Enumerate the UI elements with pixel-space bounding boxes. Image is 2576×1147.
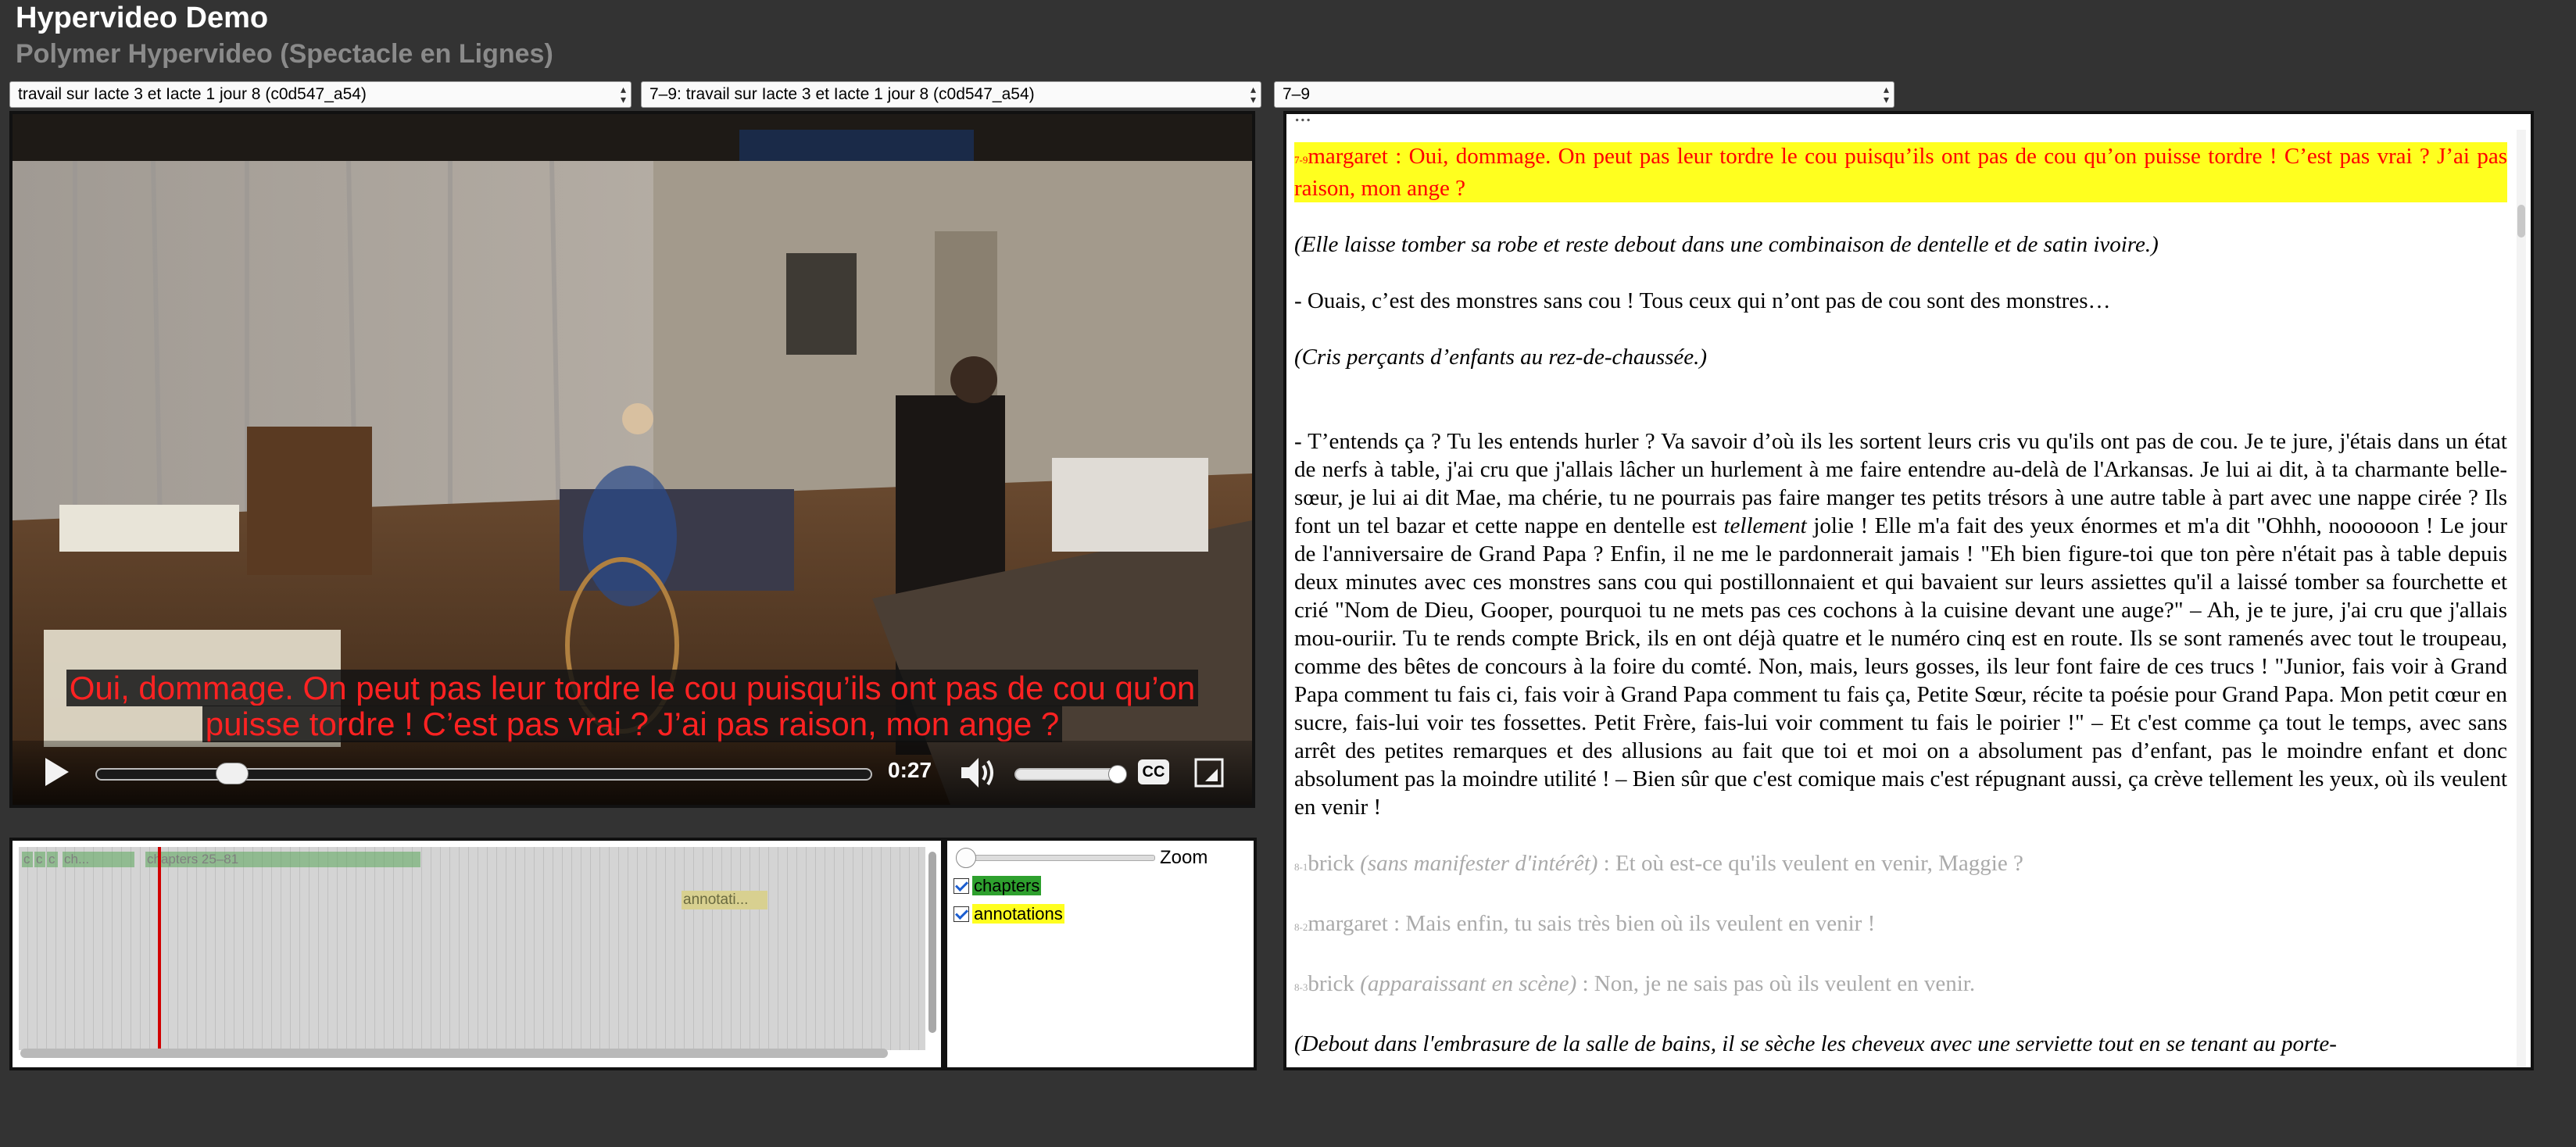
timeline-panel: c c c ch... chapters 25–81 annotati... — [9, 838, 944, 1070]
transcript-line-upcoming[interactable]: 8-1brick (sans manifester d'intérêt) : E… — [1294, 849, 2507, 881]
stage-direction: (Debout dans l'embrasure de la salle de … — [1294, 1031, 2337, 1056]
timeline-annotation[interactable]: annotati... — [682, 891, 767, 909]
subtitle-line-2: puisse tordre ! C’est pas vrai ? J’ai pa… — [202, 706, 1063, 742]
volume-icon[interactable] — [958, 755, 997, 791]
timeline-horizontal-scrollbar[interactable] — [20, 1049, 888, 1058]
transcript-content: ... 7-9margaret : Oui, dommage. On peut … — [1294, 111, 2507, 1067]
app-subtitle: Polymer Hypervideo (Spectacle en Lignes) — [16, 39, 553, 69]
scene-select-value: 7–9 — [1283, 85, 1311, 103]
layer-toggle-chapters[interactable]: chapters — [953, 875, 1042, 897]
app-title: Hypervideo Demo — [16, 2, 269, 34]
layer-control-panel: Zoom chapters annotations — [944, 838, 1257, 1070]
line-number: 8-1 — [1294, 861, 1308, 873]
timeline-chapter[interactable]: c — [34, 852, 45, 867]
transcript-line[interactable]: - Ouais, c’est des monstres sans cou ! T… — [1294, 287, 2507, 315]
select-arrows-icon: ▴ ▾ — [1883, 83, 1889, 105]
annotations-checkbox[interactable] — [953, 906, 969, 923]
chapter-select-value: 7–9: travail sur Iacte 3 et Iacte 1 jour… — [649, 85, 1035, 103]
volume-slider[interactable] — [1014, 765, 1127, 784]
zoom-label: Zoom — [1160, 847, 1208, 868]
stage-direction: (sans manifester d'intérêt) — [1360, 851, 1598, 876]
transcript-paragraph[interactable]: - T’entends ça ? Tu les entends hurler ?… — [1294, 427, 2507, 821]
video-player[interactable]: Oui, dommage. On peut pas leur tordre le… — [9, 111, 1255, 808]
timeline-vertical-scrollbar[interactable] — [928, 852, 936, 1033]
progress-bar[interactable] — [95, 763, 872, 784]
speaker-name: brick — [1308, 851, 1354, 876]
fullscreen-icon[interactable] — [1194, 758, 1224, 788]
stage-direction: (Cris perçants d’enfants au rez-de-chaus… — [1294, 345, 1708, 370]
line-text: margaret : Oui, dommage. On peut pas leu… — [1294, 144, 2507, 201]
annotations-label: annotations — [972, 904, 1064, 924]
transcript-scrollbar[interactable] — [2517, 130, 2526, 1067]
line-number: 8-3 — [1294, 981, 1308, 993]
line-text: : Et où est-ce qu'ils veulent en venir, … — [1603, 851, 2023, 876]
timeline-chapter[interactable]: c — [47, 852, 58, 867]
chapters-checkbox[interactable] — [953, 878, 969, 895]
paragraph-text: jolie ! Elle m'a fait des yeux énormes e… — [1294, 513, 2508, 820]
zoom-thumb[interactable] — [956, 848, 976, 868]
current-time: 0:27 — [888, 758, 932, 782]
zoom-slider[interactable] — [956, 848, 1155, 868]
transcript-cut-line: ... — [1294, 111, 1311, 127]
chapters-label: chapters — [972, 876, 1042, 896]
transcript-panel[interactable]: ... 7-9margaret : Oui, dommage. On peut … — [1283, 111, 2534, 1070]
timeline-chapter[interactable]: chapters 25–81 — [145, 852, 420, 867]
chapter-select[interactable]: 7–9: travail sur Iacte 3 et Iacte 1 jour… — [641, 81, 1261, 108]
closed-captions-icon[interactable]: CC — [1138, 759, 1169, 784]
line-text: margaret : Mais enfin, tu sais très bien… — [1308, 911, 1876, 936]
transcript-line-upcoming[interactable]: 8-2margaret : Mais enfin, tu sais très b… — [1294, 909, 2507, 942]
volume-thumb[interactable] — [1108, 765, 1127, 784]
layer-toggle-annotations[interactable]: annotations — [953, 903, 1064, 925]
transcript-line-upcoming[interactable]: 8-3brick (apparaissant en scène) : Non, … — [1294, 970, 2507, 1002]
timeline-playhead[interactable] — [158, 847, 161, 1050]
scene-select[interactable]: 7–9 ▴ ▾ — [1274, 81, 1894, 108]
transcript-line-current[interactable]: 7-9margaret : Oui, dommage. On peut pas … — [1294, 142, 2507, 202]
video-select-value: travail sur Iacte 3 et Iacte 1 jour 8 (c… — [18, 85, 367, 103]
timeline-track-area[interactable]: c c c ch... chapters 25–81 annotati... — [19, 847, 925, 1050]
paragraph-emphasis: tellement — [1723, 513, 1807, 538]
subtitle-line-1: Oui, dommage. On peut pas leur tordre le… — [66, 670, 1199, 706]
stage-direction: (apparaissant en scène) — [1360, 971, 1577, 996]
select-arrows-icon: ▴ ▾ — [620, 83, 626, 105]
video-controls: 0:27 CC — [13, 741, 1252, 805]
line-text: : Non, je ne sais pas où ils veulent en … — [1582, 971, 1976, 996]
play-icon[interactable] — [41, 756, 72, 788]
line-number: 8-2 — [1294, 921, 1308, 933]
transcript-scroll-thumb[interactable] — [2517, 205, 2525, 238]
timeline-chapter[interactable]: c — [22, 852, 33, 867]
video-select[interactable]: travail sur Iacte 3 et Iacte 1 jour 8 (c… — [9, 81, 631, 108]
line-number: 7-9 — [1294, 154, 1308, 166]
video-subtitle: Oui, dommage. On peut pas leur tordre le… — [13, 670, 1252, 742]
speaker-name: brick — [1308, 971, 1354, 996]
progress-thumb[interactable] — [216, 763, 249, 784]
select-arrows-icon: ▴ ▾ — [1250, 83, 1256, 105]
timeline-chapter[interactable]: ch... — [63, 852, 134, 867]
stage-direction: (Elle laisse tomber sa robe et reste deb… — [1294, 232, 2159, 257]
